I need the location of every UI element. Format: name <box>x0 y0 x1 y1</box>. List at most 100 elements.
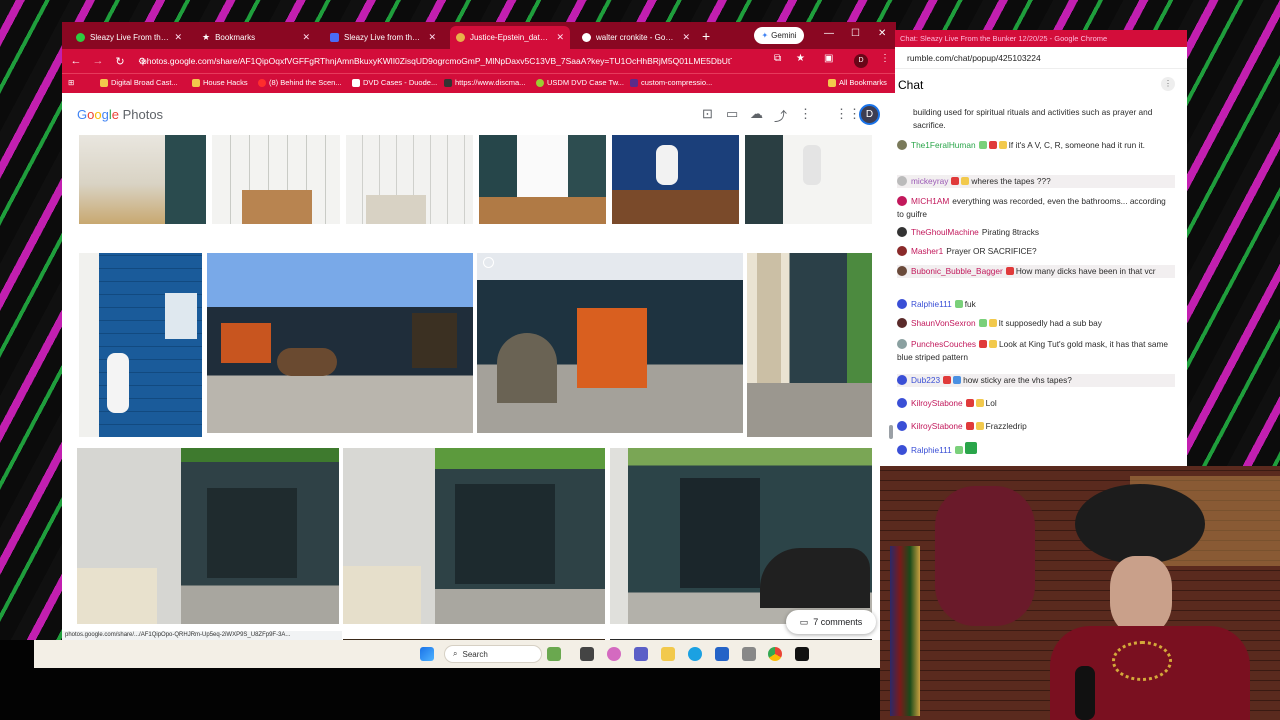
badge-icon <box>975 399 984 407</box>
folder-icon <box>192 78 200 87</box>
tab-sleazy-live-2[interactable]: Sleazy Live from the Bunk ✕ <box>324 26 442 49</box>
tab-sleazy-live-1[interactable]: Sleazy Live From the Bunk ✕ <box>70 26 188 49</box>
forward-arrow-icon[interactable]: → <box>87 55 109 67</box>
edge-icon[interactable] <box>688 647 702 661</box>
copilot-icon[interactable] <box>607 647 621 661</box>
gemini-button[interactable]: ✦ Gemini <box>754 27 804 44</box>
bookmark-digital-broadcast[interactable]: Digital Broad Cast... <box>100 78 178 87</box>
photo-thumbnail[interactable] <box>477 253 743 433</box>
photo-thumbnail[interactable] <box>747 253 872 437</box>
username[interactable]: PunchesCouches <box>911 339 976 349</box>
photo-thumbnail[interactable] <box>610 448 872 624</box>
bookmark-dvd-cases[interactable]: DVD Cases - Duode... <box>352 78 437 87</box>
username[interactable]: TheGhoulMachine <box>911 227 979 237</box>
avatar <box>897 227 907 237</box>
share-icon[interactable]: ⤴ <box>774 106 787 125</box>
username[interactable]: mickeyray <box>911 176 948 186</box>
badge-icon <box>979 340 988 348</box>
tab-strip: Sleazy Live From the Bunk ✕ ★ Bookmarks … <box>62 22 896 49</box>
address-bar[interactable]: photos.google.com/share/AF1QipOqxfVGFFgR… <box>142 53 732 69</box>
close-window-icon[interactable]: ✕ <box>878 28 886 39</box>
chat-url-bar[interactable]: rumble.com/chat/popup/425103224 <box>895 47 1187 69</box>
bookmark-behind-the-scenes[interactable]: (8) Behind the Scen... <box>258 78 342 87</box>
badge-icon <box>998 141 1007 149</box>
tab-justice-epstein[interactable]: Justice-Epstein_dataset_c ✕ <box>450 26 570 49</box>
photo-thumbnail[interactable] <box>745 135 872 224</box>
photo-thumbnail[interactable] <box>79 135 206 224</box>
close-icon[interactable]: ✕ <box>556 32 564 43</box>
chrome-icon[interactable] <box>768 647 782 661</box>
badge-icon <box>954 446 963 454</box>
cast-icon[interactable]: ⧉ <box>774 53 781 64</box>
username[interactable]: KilroyStabone <box>911 398 963 408</box>
person-face <box>1110 556 1172 634</box>
badge-icon <box>978 319 987 327</box>
photo-thumbnail[interactable] <box>79 253 202 437</box>
username[interactable]: Ralphie111 <box>911 299 952 309</box>
username[interactable]: Dub223 <box>911 375 940 385</box>
close-icon[interactable]: ✕ <box>428 32 436 43</box>
comment-icon[interactable]: ▭ <box>726 106 738 122</box>
photo-thumbnail[interactable] <box>346 135 473 224</box>
minimize-icon[interactable]: — <box>824 28 834 39</box>
username[interactable]: KilroyStabone <box>911 421 963 431</box>
store-icon[interactable] <box>715 647 729 661</box>
app-icon[interactable] <box>795 647 809 661</box>
reload-icon[interactable]: ↻ <box>109 55 131 68</box>
bookmark-custom-compression[interactable]: custom-compressio... <box>630 78 712 87</box>
username[interactable]: Bubonic_Bubble_Bagger <box>911 266 1003 276</box>
widget-icon[interactable] <box>547 647 561 661</box>
close-icon[interactable]: ✕ <box>302 32 310 43</box>
tab-bookmarks[interactable]: ★ Bookmarks ✕ <box>196 26 316 49</box>
badge-icon <box>988 319 997 327</box>
search-placeholder: Search <box>462 649 488 659</box>
bookmark-house-hacks[interactable]: House Hacks <box>192 78 248 87</box>
bookmark-label: (8) Behind the Scen... <box>269 78 342 87</box>
comments-button[interactable]: ▭ 7 comments <box>786 610 876 634</box>
more-options-icon[interactable]: ⋮ <box>799 106 812 122</box>
back-arrow-icon[interactable]: ← <box>65 55 87 67</box>
profile-avatar[interactable]: D <box>854 54 868 68</box>
taskbar-search[interactable]: ⌕ Search <box>444 645 542 663</box>
maximize-icon[interactable]: ☐ <box>851 28 860 39</box>
scrollbar-thumb[interactable] <box>889 425 893 439</box>
task-view-icon[interactable] <box>580 647 594 661</box>
search-icon: ⌕ <box>453 649 458 658</box>
apps-grid-icon[interactable]: ⊞ <box>68 78 74 87</box>
settings-icon[interactable] <box>742 647 756 661</box>
photo-thumbnail[interactable] <box>343 448 605 624</box>
tab-walter-cronkite[interactable]: walter cronkite - Google ✕ <box>576 26 696 49</box>
close-icon[interactable]: ✕ <box>682 32 690 43</box>
cloud-upload-icon[interactable]: ☁ <box>750 106 763 122</box>
photo-thumbnail[interactable] <box>207 253 473 433</box>
avatar <box>897 445 907 455</box>
account-avatar[interactable]: D <box>859 104 880 125</box>
new-tab-button[interactable]: + <box>702 28 710 44</box>
username[interactable]: The1FeralHuman <box>911 140 976 150</box>
username[interactable]: ShaunVonSexron <box>911 318 976 328</box>
gold-chain <box>1112 641 1172 681</box>
menu-kebab-icon[interactable]: ⋮ <box>880 53 890 64</box>
apps-grid-icon[interactable]: ⋮⋮ <box>835 106 861 122</box>
teams-icon[interactable] <box>634 647 648 661</box>
shopping-bag-icon[interactable]: ⊡ <box>702 106 713 122</box>
google-photos-logo[interactable]: Google Photos <box>77 107 163 122</box>
all-bookmarks-button[interactable]: All Bookmarks <box>828 78 887 87</box>
emote-icon <box>964 442 977 454</box>
username[interactable]: Masher1 <box>911 246 943 256</box>
bookmark-usdm-dvd[interactable]: USDM DVD Case Tw... <box>536 78 624 87</box>
close-icon[interactable]: ✕ <box>174 32 182 43</box>
windows-start-icon[interactable] <box>420 647 434 661</box>
file-explorer-icon[interactable] <box>661 647 675 661</box>
photo-thumbnail[interactable] <box>77 448 339 624</box>
extensions-icon[interactable]: ▣ <box>824 53 833 64</box>
bookmark-discma[interactable]: https://www.discma... <box>444 78 525 87</box>
bookmark-star-icon[interactable]: ★ <box>796 53 805 64</box>
bookmark-label: Digital Broad Cast... <box>111 78 178 87</box>
photo-thumbnail[interactable] <box>479 135 606 224</box>
username[interactable]: MICH1AM <box>911 196 949 206</box>
photo-thumbnail[interactable] <box>212 135 340 224</box>
username[interactable]: Ralphie111 <box>911 445 952 455</box>
chat-menu-icon[interactable]: ⋮ <box>1161 77 1175 91</box>
photo-thumbnail[interactable] <box>612 135 739 224</box>
